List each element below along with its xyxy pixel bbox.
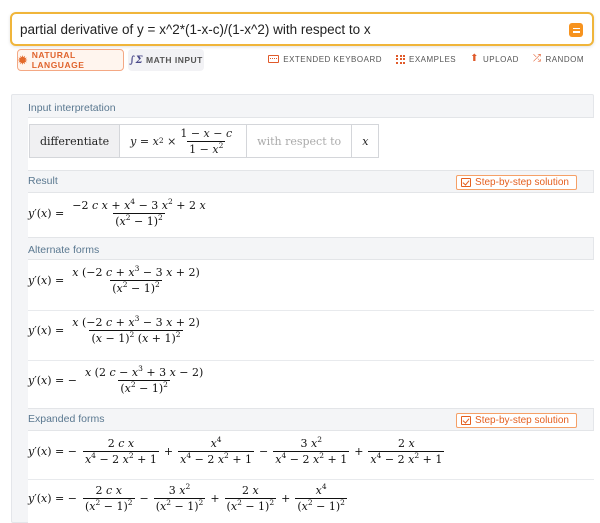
- examples-button[interactable]: EXAMPLES: [396, 54, 456, 64]
- extended-keyboard-label: EXTENDED KEYBOARD: [283, 54, 382, 64]
- alternate-forms-pod: y′(x) = x (−2 c + x3 − 3 x + 2) (x2 − 1)2…: [28, 259, 594, 409]
- expanded-step-by-step-button[interactable]: Step-by-step solution: [456, 413, 577, 428]
- divider: [28, 310, 594, 311]
- keyboard-icon: [268, 55, 280, 63]
- input-interpretation-title: Input interpretation: [28, 102, 116, 114]
- expanded-form-2: y′(x) = − 2 c x (x2 − 1)2 − 3 x2 (x2 − 1)2…: [28, 482, 347, 513]
- upload-icon: ⬆: [470, 53, 480, 64]
- input-mode-toolbar: ✹ NATURAL LANGUAGE ∫Σ MATH INPUT EXTENDE…: [0, 46, 600, 74]
- shuffle-icon: ⤮: [532, 53, 542, 64]
- interpretation-table: differentiate y = x2 × 1 − x − c1 − x2 w…: [29, 124, 380, 158]
- alternate-form-2: y′(x) = x (−2 c + x3 − 3 x + 2) (x − 1)2 …: [28, 314, 200, 345]
- search-bar[interactable]: partial derivative of y = x^2*(1-x-c)/(1…: [10, 12, 594, 46]
- random-label: RANDOM: [545, 54, 584, 64]
- alternate-form-1: y′(x) = x (−2 c + x3 − 3 x + 2) (x2 − 1)2: [28, 264, 200, 295]
- math-input-tab[interactable]: ∫Σ MATH INPUT: [128, 49, 204, 71]
- divider: [28, 360, 594, 361]
- step-check-icon: [461, 178, 472, 187]
- integral-fx-icon: ∫Σ: [129, 54, 144, 66]
- interp-cell-with-respect-to: with respect to: [247, 124, 353, 158]
- alternate-forms-title: Alternate forms: [28, 244, 100, 256]
- examples-label: EXAMPLES: [409, 54, 457, 64]
- toolbar-tools: EXTENDED KEYBOARD EXAMPLES ⬆ UPLOAD ⤮ RA…: [268, 54, 584, 64]
- step-by-step-label: Step-by-step solution: [475, 415, 569, 426]
- random-button[interactable]: ⤮ RANDOM: [533, 54, 584, 64]
- natural-language-tab[interactable]: ✹ NATURAL LANGUAGE: [17, 49, 124, 71]
- interp-cell-operation: differentiate: [29, 124, 121, 158]
- expanded-form-1: y′(x) = − 2 c x x4 − 2 x2 + 1 + x4 x4 − 2 …: [28, 435, 445, 466]
- upload-label: UPLOAD: [483, 54, 519, 64]
- result-step-by-step-button[interactable]: Step-by-step solution: [456, 175, 577, 190]
- result-expression: y′(x) = −2 c x + x4 − 3 x2 + 2 x (x2 − 1)…: [28, 197, 206, 228]
- step-by-step-label: Step-by-step solution: [475, 177, 569, 188]
- equals-submit-icon[interactable]: [569, 23, 583, 37]
- expanded-forms-pod: y′(x) = − 2 c x x4 − 2 x2 + 1 + x4 x4 − 2 …: [28, 430, 594, 523]
- upload-button[interactable]: ⬆ UPLOAD: [470, 54, 519, 64]
- extended-keyboard-button[interactable]: EXTENDED KEYBOARD: [268, 54, 382, 64]
- grid-dots-icon: [396, 54, 405, 64]
- expanded-forms-title: Expanded forms: [28, 413, 105, 425]
- results-panel: Input interpretation differentiate y = x…: [11, 94, 594, 523]
- interp-cell-function: y = x2 × 1 − x − c1 − x2: [120, 124, 248, 158]
- natural-language-label: NATURAL LANGUAGE: [31, 50, 85, 70]
- input-interpretation-pod: differentiate y = x2 × 1 − x − c1 − x2 w…: [28, 117, 594, 171]
- alternate-form-3: y′(x) = − x (2 c − x3 + 3 x − 2) (x2 − 1)…: [28, 364, 204, 395]
- result-pod: y′(x) = −2 c x + x4 − 3 x2 + 2 x (x2 − 1)…: [28, 192, 594, 238]
- step-check-icon: [461, 416, 472, 425]
- search-input[interactable]: partial derivative of y = x^2*(1-x-c)/(1…: [20, 22, 371, 37]
- result-title: Result: [28, 175, 58, 187]
- math-input-label: MATH INPUT: [146, 55, 203, 65]
- interp-cell-variable: x: [352, 124, 380, 158]
- sun-icon: ✹: [18, 54, 28, 67]
- divider: [28, 479, 594, 480]
